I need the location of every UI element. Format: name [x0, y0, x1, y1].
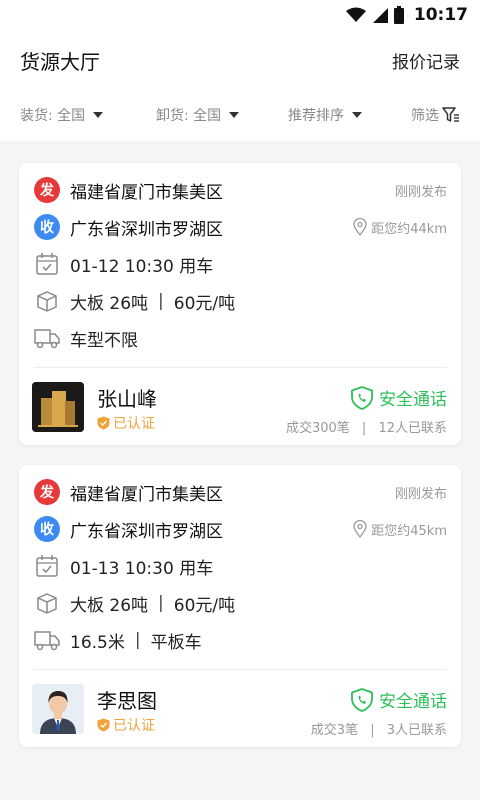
unloading-location-filter[interactable]: 卸货: 全国	[156, 105, 288, 125]
time-row: 01-12 10:30 用车	[34, 251, 447, 277]
signal-icon	[372, 8, 388, 23]
distance-text: 距您约45km	[371, 523, 447, 539]
verified-shield-icon	[97, 718, 110, 732]
shield-phone-icon	[351, 687, 373, 712]
unloading-filter-label: 卸货: 全国	[156, 108, 222, 124]
contact-count: 12人已联系	[378, 421, 447, 436]
separator: |	[134, 630, 141, 650]
status-time: 10:17	[413, 5, 468, 25]
caret-down-icon	[229, 112, 240, 118]
avatar[interactable]	[32, 382, 84, 432]
deal-stats: 成交3笔 | 3人已联系	[311, 719, 447, 738]
destination-row: 收 广东省深圳市罗湖区 距您约45km	[34, 516, 447, 542]
destination-address: 广东省深圳市罗湖区	[70, 521, 223, 542]
user-name: 张山峰	[97, 387, 157, 411]
vehicle-type: 平板车	[150, 632, 202, 653]
origin-row: 发 福建省厦门市集美区 刚刚发布	[34, 479, 447, 505]
calendar-icon	[34, 251, 60, 277]
location-pin-icon	[353, 520, 367, 538]
goods-row: 大板 26吨 | 60元/吨	[34, 288, 447, 314]
time-row: 01-13 10:30 用车	[34, 553, 447, 579]
caret-down-icon	[93, 112, 104, 118]
separator: |	[361, 421, 367, 436]
divider	[34, 669, 447, 670]
deal-stats: 成交300笔 | 12人已联系	[286, 417, 447, 436]
top-area: 10:17 货源大厅 报价记录 装货: 全国 卸货: 全国 推荐排序 筛选	[0, 0, 480, 141]
location-pin-icon	[353, 218, 367, 236]
caret-down-icon	[352, 112, 362, 118]
loading-filter-label: 装货: 全国	[20, 108, 86, 124]
separator: |	[158, 291, 164, 311]
verified-text: 已认证	[113, 718, 155, 734]
price-info: 60元/吨	[173, 293, 236, 314]
origin-address: 福建省厦门市集美区	[70, 484, 223, 505]
filter-bar: 装货: 全国 卸货: 全国 推荐排序 筛选	[0, 90, 480, 140]
origin-row: 发 福建省厦门市集美区 刚刚发布	[34, 177, 447, 203]
destination-badge: 收	[34, 214, 60, 240]
vehicle-row: 车型不限	[34, 325, 447, 351]
loading-time: 01-13 10:30 用车	[70, 558, 214, 579]
avatar[interactable]	[32, 684, 84, 734]
safe-call-button[interactable]: 安全通话	[351, 385, 447, 410]
verified-badge: 已认证	[97, 413, 155, 433]
deal-count: 成交3笔	[310, 723, 359, 738]
separator: |	[158, 593, 164, 613]
goods-info: 大板 26吨	[70, 293, 149, 314]
destination-row: 收 广东省深圳市罗湖区 距您约44km	[34, 214, 447, 240]
quote-records-link[interactable]: 报价记录	[392, 48, 460, 73]
distance-text: 距您约44km	[371, 221, 447, 237]
verified-badge: 已认证	[97, 715, 155, 735]
goods-row: 大板 26吨 | 60元/吨	[34, 590, 447, 616]
verified-text: 已认证	[113, 416, 155, 432]
posted-time: 刚刚发布	[394, 184, 447, 200]
shield-phone-icon	[351, 385, 373, 410]
vehicle-length: 16.5米	[70, 632, 125, 653]
separator: |	[370, 723, 375, 738]
safe-call-label: 安全通话	[379, 692, 447, 712]
header: 货源大厅 报价记录	[0, 30, 480, 90]
truck-icon	[34, 627, 60, 653]
battery-icon	[393, 6, 404, 24]
destination-address: 广东省深圳市罗湖区	[70, 219, 223, 240]
calendar-icon	[34, 553, 60, 579]
distance-info: 距您约45km	[353, 520, 447, 539]
user-name: 李思图	[97, 689, 157, 713]
origin-badge: 发	[34, 177, 60, 203]
screen-filter-label: 筛选	[411, 108, 439, 124]
truck-icon	[34, 325, 60, 351]
wifi-icon	[345, 7, 366, 22]
package-icon	[34, 590, 60, 616]
origin-address: 福建省厦门市集美区	[70, 182, 223, 203]
sort-filter[interactable]: 推荐排序	[288, 105, 408, 125]
cargo-card[interactable]: 发 福建省厦门市集美区 刚刚发布 收 广东省深圳市罗湖区 距您约44km 01-…	[19, 163, 461, 445]
loading-time: 01-12 10:30 用车	[70, 256, 214, 277]
funnel-icon	[442, 107, 459, 122]
destination-badge: 收	[34, 516, 60, 542]
safe-call-button[interactable]: 安全通话	[351, 687, 447, 712]
status-bar: 10:17	[0, 0, 480, 30]
package-icon	[34, 288, 60, 314]
distance-info: 距您约44km	[353, 218, 447, 237]
screen-filter[interactable]: 筛选	[411, 105, 460, 125]
loading-location-filter[interactable]: 装货: 全国	[20, 105, 156, 125]
goods-info: 大板 26吨	[70, 595, 149, 616]
vehicle-row: 16.5米 | 平板车	[34, 627, 447, 653]
safe-call-label: 安全通话	[379, 390, 447, 410]
price-info: 60元/吨	[173, 595, 236, 616]
cargo-card[interactable]: 发 福建省厦门市集美区 刚刚发布 收 广东省深圳市罗湖区 距您约45km 01-…	[19, 465, 461, 747]
vehicle-type: 车型不限	[70, 330, 138, 351]
verified-shield-icon	[97, 416, 110, 430]
divider	[34, 367, 447, 368]
posted-time: 刚刚发布	[394, 486, 447, 502]
page-title: 货源大厅	[20, 49, 100, 74]
deal-count: 成交300笔	[285, 421, 350, 436]
contact-count: 3人已联系	[386, 723, 447, 738]
origin-badge: 发	[34, 479, 60, 505]
sort-filter-label: 推荐排序	[288, 108, 344, 124]
